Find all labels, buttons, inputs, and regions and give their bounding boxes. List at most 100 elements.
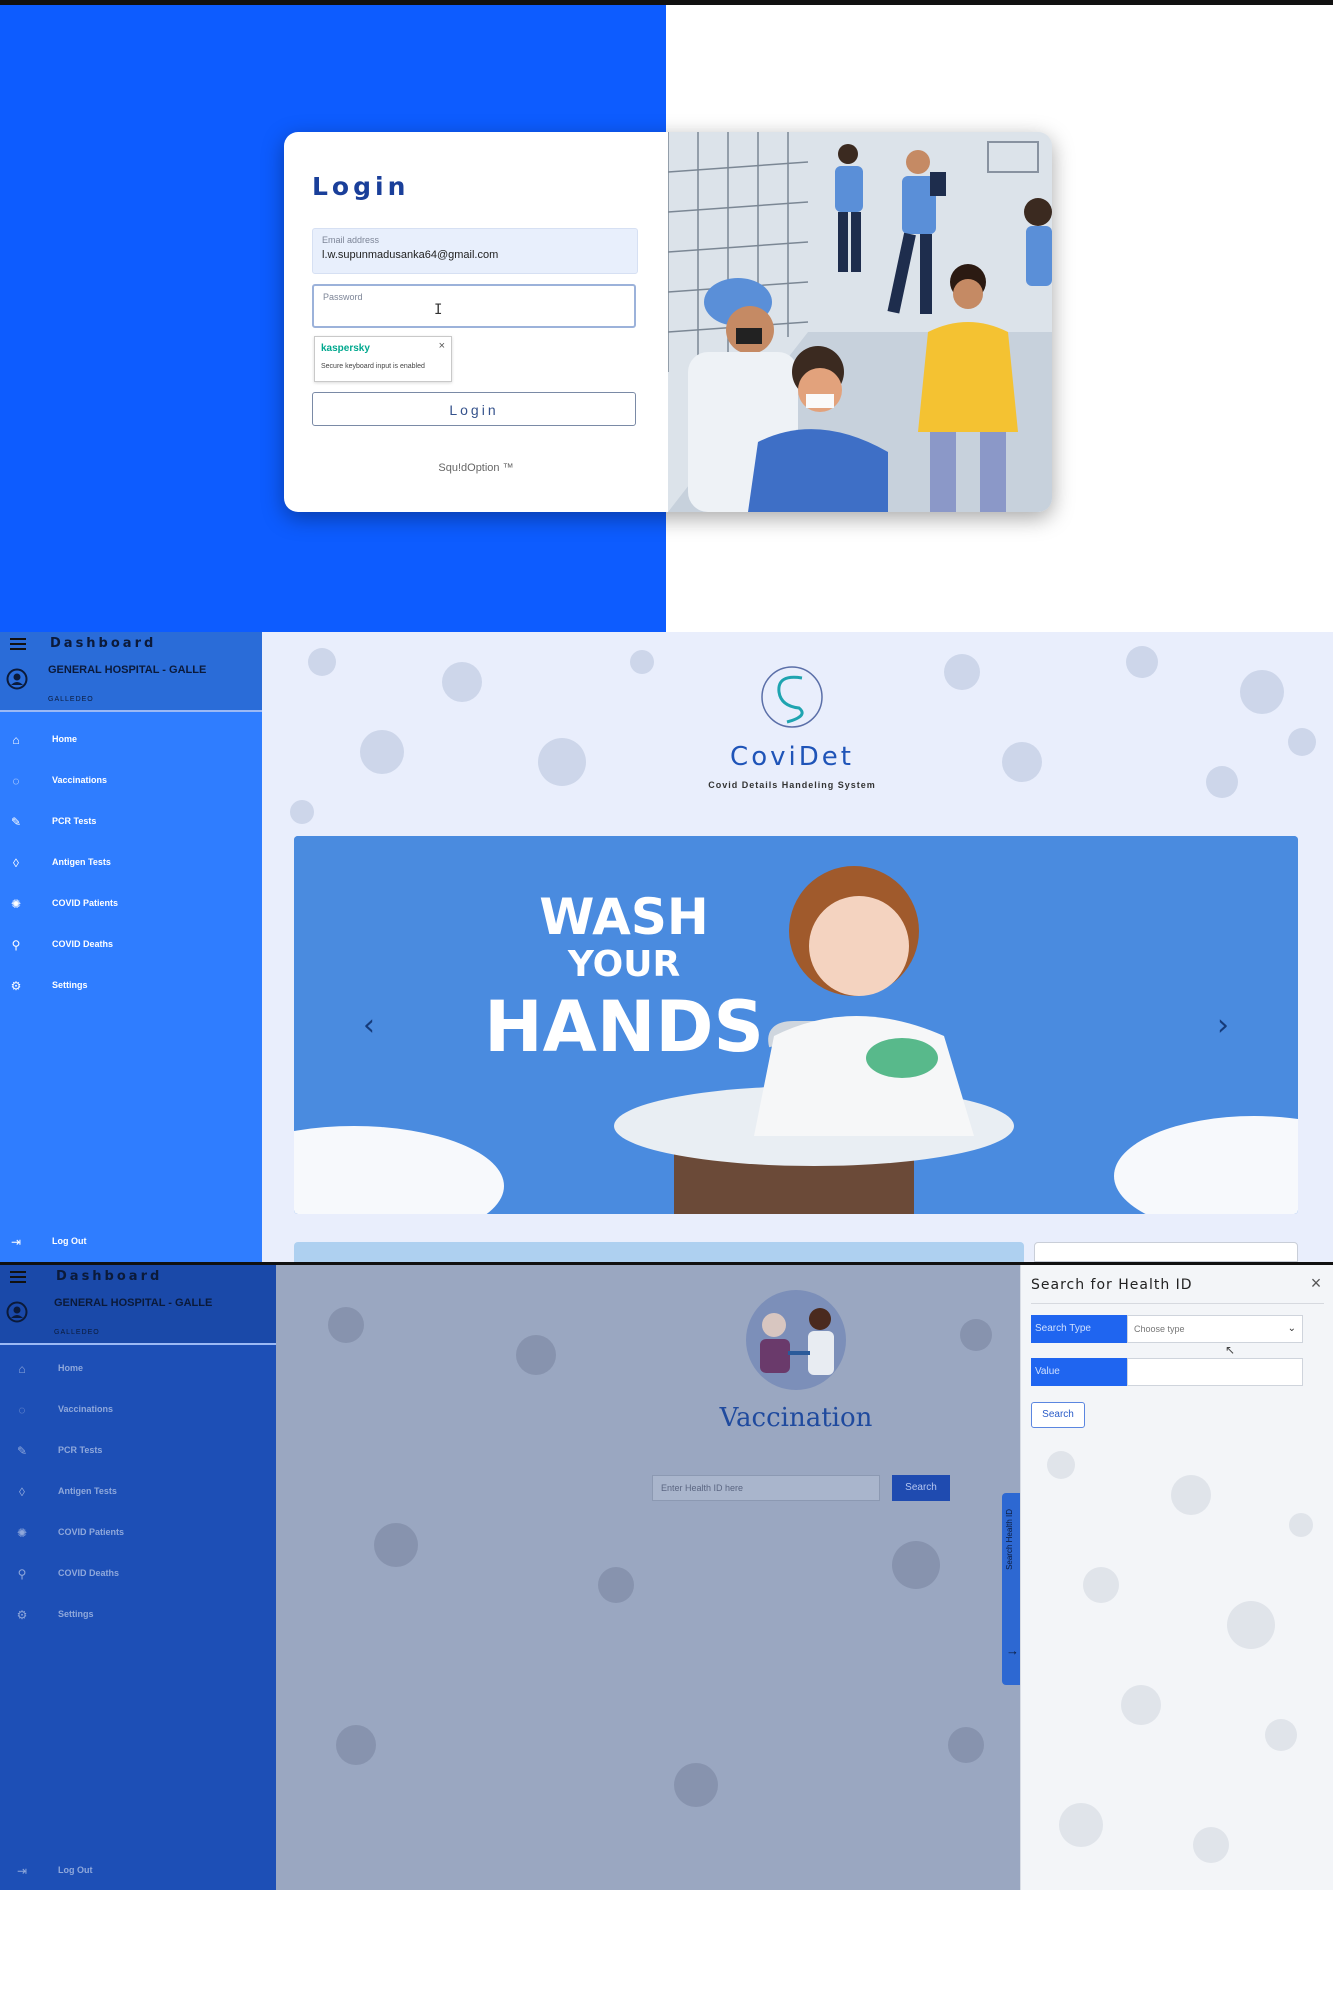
type-select-value: Choose type	[1134, 1324, 1185, 1334]
home-icon: ⌂	[18, 1362, 26, 1376]
menu-icon[interactable]	[10, 1271, 26, 1283]
hospital-profile: GENERAL HOSPITAL - GALLE GALLEDEO	[0, 1289, 276, 1345]
password-field[interactable]: Password I	[312, 284, 636, 328]
hospital-name: GENERAL HOSPITAL - GALLE	[48, 664, 207, 676]
hero-line-2: YOUR	[567, 944, 681, 985]
search-type-select[interactable]: Choose type ⌄	[1127, 1315, 1303, 1343]
test-tube-icon: ✎	[10, 815, 22, 829]
gear-icon: ⚙	[10, 979, 22, 993]
gear-icon: ⚙	[16, 1608, 28, 1622]
sidebar-item-covid-deaths[interactable]: ⚲ COVID Deaths	[0, 929, 262, 961]
search-health-id-tab[interactable]: Search Health ID →	[1002, 1493, 1022, 1685]
sidebar-item-home[interactable]: ⌂ Home	[0, 1353, 262, 1385]
sidebar: Dashboard GENERAL HOSPITAL - GALLE GALLE…	[0, 632, 262, 1262]
sidebar-header: Dashboard	[0, 1265, 276, 1289]
main-content: Vaccination Enter Health ID here Search …	[276, 1265, 1022, 1890]
sidebar-item-label: Log Out	[52, 1236, 87, 1246]
virus-pattern-background	[328, 1307, 992, 1807]
sidebar-item-label: COVID Patients	[52, 898, 119, 908]
dashboard-home-screen: Dashboard GENERAL HOSPITAL - GALLE GALLE…	[0, 632, 1333, 1262]
brand-title: CoviDet	[730, 742, 854, 772]
search-virus-icon: ⚲	[17, 1567, 27, 1581]
health-id-input[interactable]: Enter Health ID here	[652, 1475, 880, 1501]
sidebar-item-label: COVID Deaths	[52, 939, 114, 949]
sidebar-item-label: Antigen Tests	[58, 1486, 117, 1496]
email-value: l.w.supunmadusanka64@gmail.com	[322, 249, 499, 261]
login-card: Login Email address l.w.supunmadusanka64…	[284, 132, 1052, 512]
sidebar-item-home[interactable]: ⌂ Home	[0, 724, 262, 756]
sidebar-item-logout[interactable]: ⇥ Log Out	[0, 1855, 262, 1887]
carousel-next-icon[interactable]: ›	[1208, 1006, 1238, 1046]
virus-icon: ✺	[16, 1526, 28, 1540]
kaspersky-message: Secure keyboard input is enabled	[321, 363, 425, 370]
search-drawer: Search for Health ID × Search Type Choos…	[1020, 1265, 1333, 1890]
syringe-circle-icon: ◌	[12, 774, 20, 788]
sidebar-item-label: PCR Tests	[58, 1445, 103, 1455]
sidebar-item-antigen-tests[interactable]: ◊ Antigen Tests	[0, 847, 262, 879]
value-input[interactable]	[1127, 1358, 1303, 1386]
page-title: Vaccination	[719, 1403, 873, 1433]
brand-subtitle: Covid Details Handeling System	[708, 780, 876, 790]
carousel-prev-icon[interactable]: ‹	[354, 1006, 384, 1046]
logout-icon: ⇥	[10, 1235, 22, 1249]
sidebar-item-label: Home	[52, 734, 78, 744]
login-title: Login	[312, 172, 410, 201]
sidebar-item-logout[interactable]: ⇥ Log Out	[0, 1226, 262, 1258]
sidebar-item-label: COVID Patients	[58, 1527, 125, 1537]
sidebar-item-label: PCR Tests	[52, 816, 97, 826]
vaccination-illustration	[746, 1290, 846, 1390]
footer-brand: Squ!dOption ™	[438, 462, 514, 474]
sidebar-item-covid-deaths[interactable]: ⚲ COVID Deaths	[0, 1558, 262, 1590]
hospital-name: GENERAL HOSPITAL - GALLE	[54, 1297, 213, 1309]
daily-stats-card	[1034, 1242, 1298, 1262]
antigen-icon: ◊	[13, 856, 19, 870]
sidebar-item-covid-patients[interactable]: ✺ COVID Patients	[0, 1517, 262, 1549]
menu-icon[interactable]	[10, 638, 26, 650]
hospital-subtitle: GALLEDEO	[54, 1329, 100, 1336]
virus-icon: ✺	[10, 897, 22, 911]
hero-carousel: WASH YOUR HANDS ‹ ›	[294, 836, 1298, 1214]
sidebar-item-label: Home	[58, 1363, 84, 1373]
sidebar-item-pcr-tests[interactable]: ✎ PCR Tests	[0, 806, 262, 838]
chevron-down-icon: ⌄	[1287, 1323, 1296, 1334]
mouse-cursor-icon: ↖	[1225, 1343, 1236, 1357]
close-icon[interactable]: ×	[1306, 1273, 1326, 1293]
close-icon[interactable]: ×	[439, 340, 445, 352]
sidebar-item-label: Vaccinations	[58, 1404, 114, 1414]
sidebar-item-label: COVID Deaths	[58, 1568, 120, 1578]
sidebar-item-pcr-tests[interactable]: ✎ PCR Tests	[0, 1435, 262, 1467]
kaspersky-tooltip: kaspersky × Secure keyboard input is ena…	[314, 336, 452, 382]
dashboard-title: Dashboard	[56, 1269, 163, 1284]
home-icon: ⌂	[12, 733, 20, 747]
text-cursor-icon: I	[434, 302, 443, 318]
hero-line-1: WASH	[539, 888, 709, 946]
drawer-search-button[interactable]: Search	[1031, 1402, 1085, 1428]
sidebar-item-vaccinations[interactable]: ◌ Vaccinations	[0, 765, 262, 797]
hospital-subtitle: GALLEDEO	[48, 696, 94, 703]
password-label: Password	[323, 292, 363, 302]
sidebar-item-settings[interactable]: ⚙ Settings	[0, 970, 262, 1002]
sidebar-item-label: Settings	[58, 1609, 94, 1619]
sidebar-item-label: Antigen Tests	[52, 857, 111, 867]
dashboard-title: Dashboard	[50, 636, 157, 651]
sidebar-item-vaccinations[interactable]: ◌ Vaccinations	[0, 1394, 262, 1426]
side-tab-label: Search Health ID	[1005, 1509, 1014, 1570]
arrow-right-icon: →	[1006, 1643, 1019, 1658]
test-tube-icon: ✎	[16, 1444, 28, 1458]
sidebar-item-settings[interactable]: ⚙ Settings	[0, 1599, 262, 1631]
login-button[interactable]: Login	[312, 392, 636, 426]
hospital-profile: GENERAL HOSPITAL - GALLE GALLEDEO	[0, 656, 262, 712]
sidebar-item-covid-patients[interactable]: ✺ COVID Patients	[0, 888, 262, 920]
sidebar-item-label: Settings	[52, 980, 88, 990]
health-id-search-button[interactable]: Search	[892, 1475, 950, 1501]
syringe-circle-icon: ◌	[18, 1403, 26, 1417]
sidebar-item-antigen-tests[interactable]: ◊ Antigen Tests	[0, 1476, 262, 1508]
sidebar-item-label: Vaccinations	[52, 775, 108, 785]
stats-card-left	[294, 1242, 1024, 1262]
sidebar: Dashboard GENERAL HOSPITAL - GALLE GALLE…	[0, 1265, 276, 1890]
email-field[interactable]: Email address l.w.supunmadusanka64@gmail…	[312, 228, 638, 274]
main-content: CoviDet Covid Details Handeling System W…	[262, 632, 1333, 1262]
hero-line-3: HANDS	[484, 986, 764, 1068]
value-label: Value	[1031, 1358, 1127, 1386]
login-form: Login Email address l.w.supunmadusanka64…	[284, 132, 668, 512]
